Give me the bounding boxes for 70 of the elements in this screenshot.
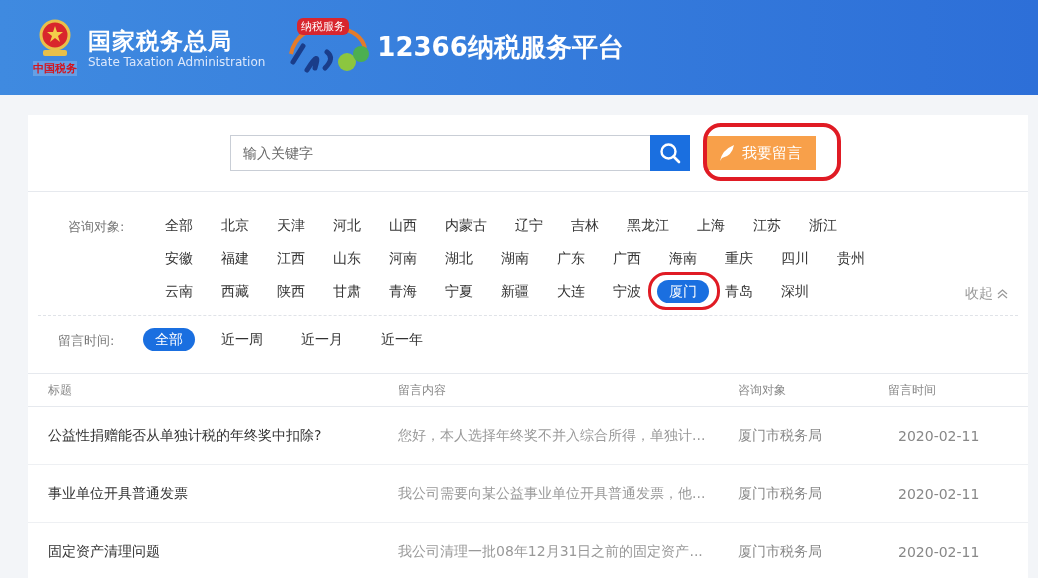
message-date: 2020-02-11 xyxy=(898,543,980,560)
message-date: 2020-02-11 xyxy=(898,485,980,502)
filter-option[interactable]: 广东 xyxy=(545,247,597,270)
message-excerpt: 我公司需要向某公益事业单位开具普通发票，他... xyxy=(398,484,706,501)
filter-option[interactable]: 近一月 xyxy=(289,328,355,351)
filter-option[interactable]: 湖南 xyxy=(489,247,541,270)
message-date: 2020-02-11 xyxy=(898,427,980,444)
search-field[interactable]: 输入关键字 xyxy=(230,135,650,171)
hotline-badge: 纳税服务 xyxy=(297,17,350,35)
filter-option[interactable]: 江西 xyxy=(265,247,317,270)
consult-target: 厦门市税务局 xyxy=(738,484,822,501)
search-button[interactable] xyxy=(650,135,690,171)
filter-option[interactable]: 湖北 xyxy=(433,247,485,270)
filter-option[interactable]: 近一年 xyxy=(369,328,435,351)
filter-option[interactable]: 贵州 xyxy=(825,247,877,270)
message-excerpt: 我公司清理一批08年12月31日之前的固定资产... xyxy=(398,542,703,559)
column-header: 标题 xyxy=(48,382,72,397)
feather-icon xyxy=(718,144,736,162)
filter-option[interactable]: 安徽 xyxy=(153,247,205,270)
emblem-caption: 中国税务 xyxy=(33,61,77,76)
column-header: 留言时间 xyxy=(888,382,936,397)
filter-option[interactable]: 西藏 xyxy=(209,280,261,303)
filter-option[interactable]: 山西 xyxy=(377,214,429,237)
double-chevron-up-icon xyxy=(997,289,1008,299)
consult-target: 厦门市税务局 xyxy=(738,542,822,559)
filter-option[interactable]: 河北 xyxy=(321,214,373,237)
filter-label: 留言时间: xyxy=(58,332,116,350)
filter-option[interactable]: 广西 xyxy=(601,247,653,270)
filter-option[interactable]: 内蒙古 xyxy=(433,214,499,237)
message-title[interactable]: 事业单位开具普通发票 xyxy=(48,484,188,501)
filter-option[interactable]: 重庆 xyxy=(713,247,765,270)
site-subtitle: State Taxation Administration xyxy=(88,54,266,69)
filter-option[interactable]: 全部 xyxy=(153,214,205,237)
message-title[interactable]: 公益性捐赠能否从单独计税的年终奖中扣除? xyxy=(48,426,322,443)
filter-option[interactable]: 陕西 xyxy=(265,280,317,303)
filter-option[interactable]: 天津 xyxy=(265,214,317,237)
filter-option[interactable]: 大连 xyxy=(545,280,597,303)
column-header: 咨询对象 xyxy=(738,382,786,397)
filter-option[interactable]: 青岛 xyxy=(713,280,765,303)
filter-option[interactable]: 甘肃 xyxy=(321,280,373,303)
filter-option[interactable]: 黑龙江 xyxy=(615,214,681,237)
filter-option[interactable]: 福建 xyxy=(209,247,261,270)
filter-option[interactable]: 宁夏 xyxy=(433,280,485,303)
filter-option[interactable]: 江苏 xyxy=(741,214,793,237)
filter-option[interactable]: 新疆 xyxy=(489,280,541,303)
message-title[interactable]: 固定资产清理问题 xyxy=(48,542,160,559)
filter-option[interactable]: 山东 xyxy=(321,247,373,270)
column-header: 留言内容 xyxy=(398,382,446,397)
filter-option[interactable]: 海南 xyxy=(657,247,709,270)
consult-target: 厦门市税务局 xyxy=(738,426,822,443)
filter-label: 咨询对象: xyxy=(68,218,126,236)
filter-option[interactable]: 辽宁 xyxy=(503,214,555,237)
filter-option[interactable]: 宁波 xyxy=(601,280,653,303)
site-title: 国家税务总局 xyxy=(88,26,233,55)
filter-option[interactable]: 近一周 xyxy=(209,328,275,351)
filter-option[interactable]: 吉林 xyxy=(559,214,611,237)
filter-option[interactable]: 深圳 xyxy=(769,280,821,303)
filter-option[interactable]: 青海 xyxy=(377,280,429,303)
filter-option[interactable]: 全部 xyxy=(143,328,195,351)
filter-option[interactable]: 云南 xyxy=(153,280,205,303)
national-emblem-icon xyxy=(37,19,73,59)
filter-option[interactable]: 厦门 xyxy=(657,280,709,303)
search-icon xyxy=(659,142,681,164)
filter-option[interactable]: 浙江 xyxy=(797,214,849,237)
filter-option[interactable]: 上海 xyxy=(685,214,737,237)
filter-option[interactable]: 北京 xyxy=(209,214,261,237)
platform-title: 12366纳税服务平台 xyxy=(377,31,624,64)
filter-option[interactable]: 河南 xyxy=(377,247,429,270)
message-excerpt: 您好，本人选择年终奖不并入综合所得，单独计... xyxy=(398,426,706,443)
filter-option[interactable]: 四川 xyxy=(769,247,821,270)
